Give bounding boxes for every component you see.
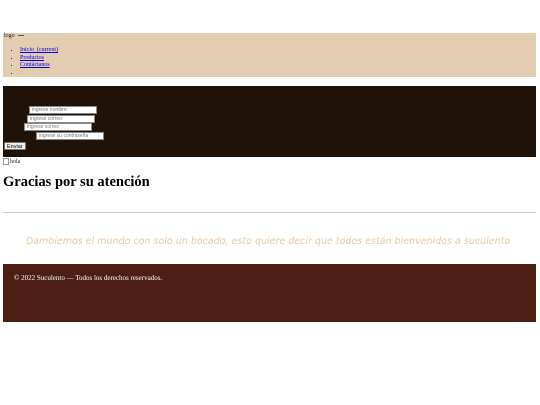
nav-item-productos: Productos [20,55,58,63]
broken-image-icon [3,158,9,165]
submit-button[interactable]: Enviar [4,142,26,150]
hola-image: hola [3,158,20,165]
password-row: Contraseña [3,132,104,140]
name-label: Nombre [3,106,23,112]
image-alt-text: hola [10,158,21,165]
navbar-toggler-icon[interactable] [18,35,25,37]
name-input[interactable] [29,106,97,114]
divider [3,212,536,213]
contact-form: Formulario Nombre Correo Email Contraseñ… [3,86,536,157]
slogan-text: Dambiemos el mundo con solo un bocado, e… [25,235,511,247]
navbar: logo Inicio (current) Productos Contácta… [3,33,536,77]
email-row: Email [3,123,92,131]
footer-copyright: © 2022 Suculento — Todos los derechos re… [14,274,163,282]
thanks-heading: Gracias por su atención [3,174,150,190]
nav-item-inicio: Inicio (current) [20,47,58,55]
nav-link-contactanos[interactable]: Contáctanos [20,62,50,68]
nav-list: Inicio (current) Productos Contáctanos [8,47,58,77]
logo-image[interactable]: logo [4,33,15,39]
nav-link-productos[interactable]: Productos [20,55,44,61]
logo-row: logo [4,33,25,40]
email-label: Email [3,123,18,129]
name-row: Nombre [3,106,97,114]
email-input[interactable] [24,123,92,131]
mail-label: Correo [3,115,20,121]
form-title: Formulario [4,87,40,96]
footer: © 2022 Suculento — Todos los derechos re… [3,264,536,322]
nav-link-inicio[interactable]: Inicio (current) [20,47,58,53]
nav-item-contactanos: Contáctanos [20,62,58,70]
password-label: Contraseña [3,132,30,138]
mail-row: Correo [3,115,95,123]
nav-item-empty [20,70,58,78]
password-input[interactable] [36,132,104,140]
mail-input[interactable] [27,115,95,123]
